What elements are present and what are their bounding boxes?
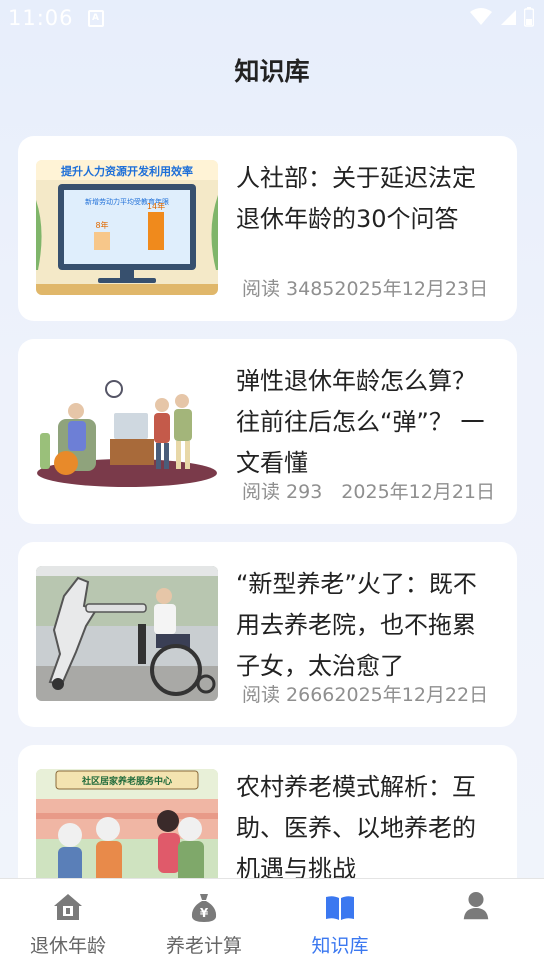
article-title: “新型养老”火了：既不用去养老院，也不拖累子女，太治愈了 xyxy=(236,570,477,680)
thumb-sign-text: 社区居家养老服务中心 xyxy=(81,775,172,787)
tab-pension-calc[interactable]: ¥ 养老计算 xyxy=(136,879,272,969)
article-title: 人社部：关于延迟法定退休年龄的30个问答 xyxy=(236,164,476,233)
retirement-policy-chart-image: 提升人力资源开发利用效率 新增劳动力平均受教育年限 8年 14年 xyxy=(36,160,218,295)
notification-icon: A xyxy=(87,9,104,27)
book-icon xyxy=(326,896,354,920)
article-title: 弹性退休年龄怎么算？往前往后怎么“弹”？ 一文看懂 xyxy=(236,367,485,477)
article-meta: 阅读 34852025年12月23日 xyxy=(242,278,489,300)
wifi-icon xyxy=(470,8,492,25)
tab-retirement-age[interactable]: 退休年龄 xyxy=(0,879,136,969)
article-card[interactable]: 弹性退休年龄怎么算？往前往后怎么“弹”？ 一文看懂 阅读 293 2025年12… xyxy=(18,339,517,524)
tab-knowledge-base[interactable]: 知识库 xyxy=(272,879,408,969)
article-card[interactable]: 提升人力资源开发利用效率 新增劳动力平均受教育年限 8年 14年 人社部：关于延… xyxy=(18,136,517,321)
thumb-bar1-label: 8年 xyxy=(95,220,108,230)
tab-label: 养老计算 xyxy=(165,935,242,957)
thumb-chart-title: 提升人力资源开发利用效率 xyxy=(61,164,193,178)
page-title: 知识库 xyxy=(234,57,310,86)
tab-label: 知识库 xyxy=(311,935,369,957)
svg-text:¥: ¥ xyxy=(200,906,209,920)
bottom-tab-bar: 退休年龄 ¥ 养老计算 知识库 xyxy=(0,878,544,969)
battery-icon xyxy=(524,7,534,27)
article-title: 农村养老模式解析：互助、医养、以地养老的机遇与挑战 xyxy=(236,773,476,883)
house-icon xyxy=(54,894,82,920)
person-icon xyxy=(463,891,489,920)
robot-wheelchair-photo xyxy=(36,566,218,701)
tab-profile[interactable] xyxy=(408,879,544,969)
status-icons xyxy=(470,7,534,27)
status-bar: 11:06 A xyxy=(0,0,544,36)
article-meta: 阅读 26662025年12月22日 xyxy=(242,684,489,706)
article-meta: 阅读 293 2025年12月21日 xyxy=(242,481,496,503)
article-card[interactable]: “新型养老”火了：既不用去养老院，也不拖累子女，太治愈了 阅读 26662025… xyxy=(18,542,517,727)
signal-icon xyxy=(501,10,516,25)
money-bag-icon: ¥ xyxy=(191,894,217,922)
thumb-bar2-label: 14年 xyxy=(147,201,165,211)
status-time: 11:06 xyxy=(8,6,74,30)
elderly-people-illustration xyxy=(36,363,218,498)
tab-label: 退休年龄 xyxy=(29,935,106,957)
